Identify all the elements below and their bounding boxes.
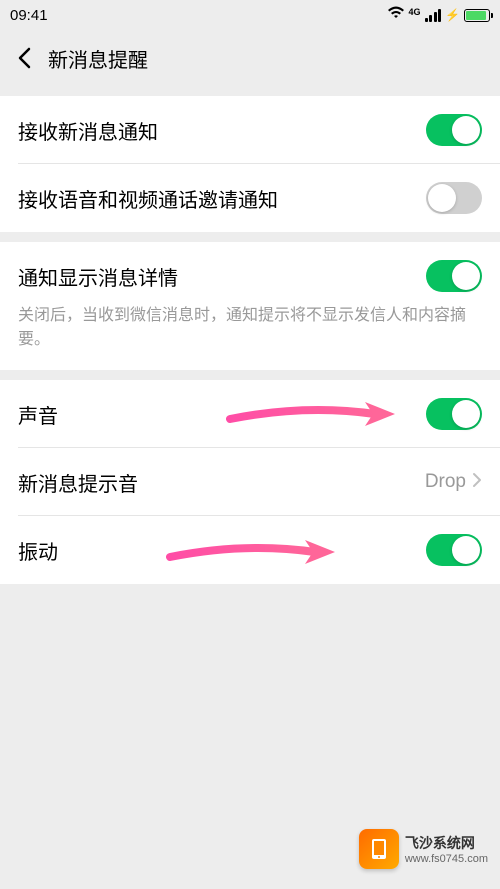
page-title: 新消息提醒 [48, 44, 148, 73]
toggle-receive-voice-video[interactable] [426, 182, 482, 214]
toggle-sound[interactable] [426, 398, 482, 430]
toggle-receive-new-msg[interactable] [426, 114, 482, 146]
setting-show-detail[interactable]: 通知显示消息详情 [0, 242, 500, 304]
settings-group-detail: 通知显示消息详情 关闭后，当收到微信消息时，通知提示将不显示发信人和内容摘要。 [0, 242, 500, 370]
setting-label: 新消息提示音 [18, 468, 138, 497]
setting-ringtone[interactable]: 新消息提示音 Drop [0, 448, 500, 516]
watermark: 飞沙系统网 www.fs0745.com [359, 829, 488, 869]
setting-sound[interactable]: 声音 [0, 380, 500, 448]
setting-receive-voice-video[interactable]: 接收语音和视频通话邀请通知 [0, 164, 500, 232]
setting-vibrate[interactable]: 振动 [0, 516, 500, 584]
battery-icon [464, 9, 490, 22]
settings-group-sound: 声音 新消息提示音 Drop 振动 [0, 380, 500, 584]
status-time: 09:41 [10, 7, 48, 24]
watermark-title: 飞沙系统网 [405, 833, 488, 853]
toggle-show-detail[interactable] [426, 260, 482, 292]
network-label: 4G [409, 8, 421, 17]
nav-bar: 新消息提醒 [0, 30, 500, 86]
setting-label: 振动 [18, 536, 58, 565]
signal-icon [425, 9, 442, 22]
status-bar: 09:41 4G ⚡ [0, 0, 500, 30]
setting-description: 关闭后，当收到微信消息时，通知提示将不显示发信人和内容摘要。 [0, 304, 500, 370]
setting-value: Drop [425, 471, 466, 493]
wifi-icon [387, 6, 405, 24]
setting-label: 接收新消息通知 [18, 116, 158, 145]
back-button[interactable] [12, 46, 36, 70]
watermark-logo-icon [359, 829, 399, 869]
chevron-right-icon [472, 472, 482, 493]
settings-group-notifications: 接收新消息通知 接收语音和视频通话邀请通知 [0, 96, 500, 232]
toggle-vibrate[interactable] [426, 534, 482, 566]
watermark-url: www.fs0745.com [405, 853, 488, 865]
setting-label: 接收语音和视频通话邀请通知 [18, 184, 278, 213]
setting-receive-new-msg[interactable]: 接收新消息通知 [0, 96, 500, 164]
charging-icon: ⚡ [445, 8, 460, 22]
setting-label: 声音 [18, 400, 58, 429]
setting-label: 通知显示消息详情 [18, 262, 178, 291]
status-indicators: 4G ⚡ [387, 6, 490, 24]
